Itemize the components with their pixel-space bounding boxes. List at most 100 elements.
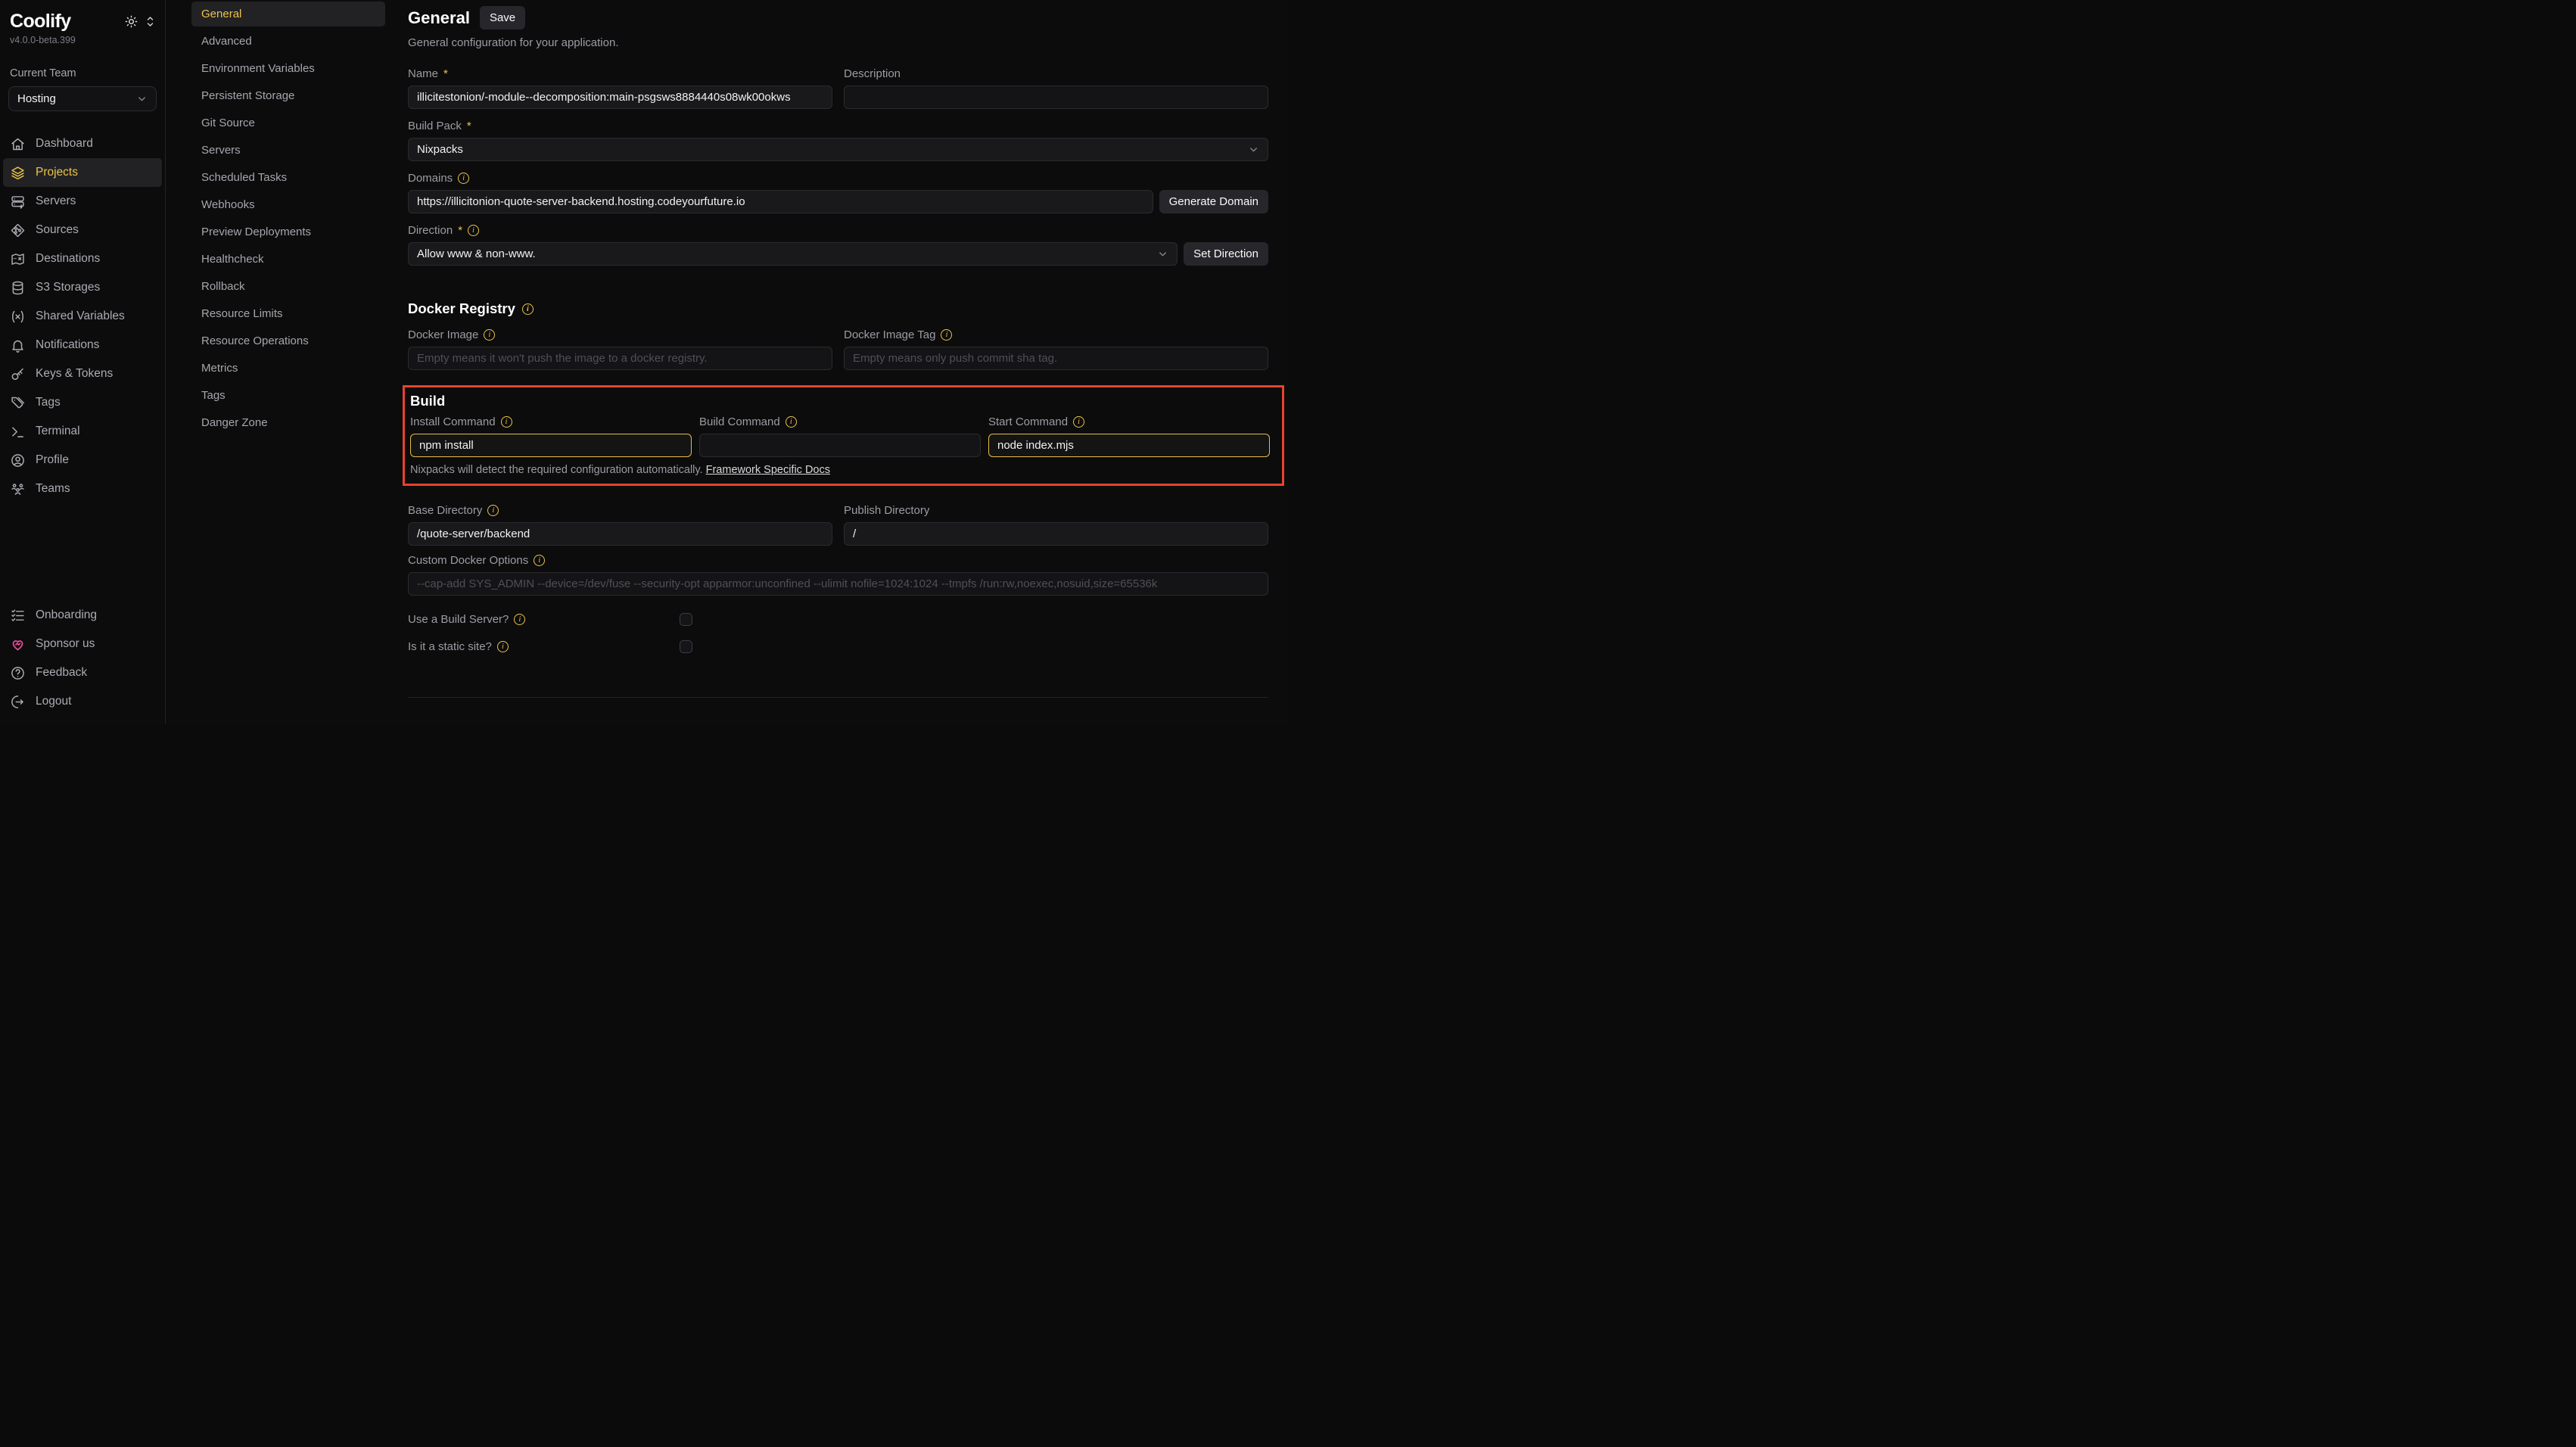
direction-info-icon[interactable]: i	[468, 225, 479, 236]
server-icon	[10, 194, 26, 210]
docker-image-tag-input[interactable]	[844, 347, 1268, 370]
description-input[interactable]	[844, 86, 1268, 109]
app-root: Coolify v4.0.0-beta.399 Current Team Hos…	[0, 0, 1288, 724]
tab-servers[interactable]: Servers	[191, 138, 385, 163]
base-directory-info-icon[interactable]: i	[487, 505, 499, 516]
sidebar-item-destinations[interactable]: Destinations	[3, 244, 162, 273]
tab-preview-deployments[interactable]: Preview Deployments	[191, 219, 385, 244]
sidebar-item-label: Logout	[36, 695, 71, 708]
tab-metrics[interactable]: Metrics	[191, 356, 385, 381]
users-icon	[10, 481, 26, 497]
tab-tags[interactable]: Tags	[191, 383, 385, 408]
app-logo: Coolify	[10, 11, 71, 33]
build-heading: Build	[410, 393, 1270, 409]
sidebar-item-label: S3 Storages	[36, 281, 100, 294]
static-site-toggle-row: Is it a static site? i	[408, 640, 1268, 653]
sidebar-item-dashboard[interactable]: Dashboard	[3, 129, 162, 158]
sidebar-item-tags[interactable]: Tags	[3, 388, 162, 417]
team-select-value: Hosting	[17, 92, 56, 105]
static-site-checkbox[interactable]	[680, 640, 692, 653]
sidebar-item-feedback[interactable]: Feedback	[3, 658, 162, 687]
build-pack-label: Build Pack *	[408, 120, 1268, 132]
save-button[interactable]: Save	[480, 6, 525, 30]
sidebar-item-s3-storages[interactable]: S3 Storages	[3, 273, 162, 302]
sidebar-item-label: Notifications	[36, 338, 99, 352]
logout-icon	[10, 694, 26, 710]
chevron-down-icon	[1248, 144, 1259, 155]
build-server-checkbox[interactable]	[680, 613, 692, 626]
build-command-info-icon[interactable]: i	[786, 416, 797, 428]
sidebar-item-keys-tokens[interactable]: Keys & Tokens	[3, 359, 162, 388]
sidebar-item-sponsor-us[interactable]: Sponsor us	[3, 630, 162, 658]
static-site-info-icon[interactable]: i	[497, 641, 509, 652]
page-title: General	[408, 8, 470, 28]
tab-danger-zone[interactable]: Danger Zone	[191, 410, 385, 435]
name-description-row: Name * Description	[408, 67, 1268, 109]
docker-image-info-icon[interactable]: i	[484, 329, 495, 341]
name-input[interactable]	[408, 86, 832, 109]
base-directory-input[interactable]	[408, 522, 832, 546]
tab-healthcheck[interactable]: Healthcheck	[191, 247, 385, 272]
tab-resource-operations[interactable]: Resource Operations	[191, 328, 385, 353]
theme-toggle-sun-icon[interactable]	[124, 14, 138, 29]
framework-docs-link[interactable]: Framework Specific Docs	[706, 464, 830, 476]
database-icon	[10, 280, 26, 296]
domains-input[interactable]	[408, 190, 1153, 213]
tab-resource-limits[interactable]: Resource Limits	[191, 301, 385, 326]
sidebar-item-servers[interactable]: Servers	[3, 187, 162, 216]
chevron-down-icon	[136, 93, 148, 104]
custom-docker-options-info-icon[interactable]: i	[534, 555, 545, 566]
generate-domain-button[interactable]: Generate Domain	[1159, 190, 1268, 213]
sidebar-item-teams[interactable]: Teams	[3, 475, 162, 503]
sidebar-item-terminal[interactable]: Terminal	[3, 417, 162, 446]
user-circle-icon	[10, 453, 26, 468]
install-command-field: Install Command i	[410, 415, 692, 457]
build-command-label: Build Command i	[699, 415, 981, 428]
sidebar-item-label: Onboarding	[36, 608, 97, 622]
sidebar-item-notifications[interactable]: Notifications	[3, 331, 162, 359]
sidebar-item-label: Terminal	[36, 425, 80, 438]
sidebar-item-profile[interactable]: Profile	[3, 446, 162, 475]
team-select[interactable]: Hosting	[8, 86, 157, 111]
collapse-chevrons-icon[interactable]	[145, 15, 155, 28]
sidebar-item-logout[interactable]: Logout	[3, 687, 162, 716]
sidebar-item-projects[interactable]: Projects	[3, 158, 162, 187]
build-command-input[interactable]	[699, 434, 981, 457]
docker-registry-info-icon[interactable]: i	[522, 303, 534, 315]
sidebar-item-shared-variables[interactable]: Shared Variables	[3, 302, 162, 331]
build-pack-select[interactable]: Nixpacks	[408, 138, 1268, 161]
set-direction-button[interactable]: Set Direction	[1184, 242, 1268, 266]
install-command-info-icon[interactable]: i	[501, 416, 512, 428]
docker-registry-heading: Docker Registry i	[408, 300, 1268, 317]
domains-info-icon[interactable]: i	[458, 173, 469, 184]
tab-rollback[interactable]: Rollback	[191, 274, 385, 299]
install-command-input[interactable]	[410, 434, 692, 457]
domains-field: Domains i Generate Domain	[408, 172, 1268, 213]
settings-tab-list: General Advanced Environment Variables P…	[191, 0, 385, 724]
sidebar-item-onboarding[interactable]: Onboarding	[3, 601, 162, 630]
sidebar-item-sources[interactable]: Sources	[3, 216, 162, 244]
sidebar-header: Coolify	[0, 11, 165, 33]
tab-advanced[interactable]: Advanced	[191, 29, 385, 54]
domains-row: Generate Domain	[408, 190, 1268, 213]
start-command-input[interactable]	[988, 434, 1270, 457]
start-command-info-icon[interactable]: i	[1073, 416, 1084, 428]
base-directory-label: Base Directory i	[408, 504, 832, 517]
sidebar-item-label: Shared Variables	[36, 310, 125, 323]
publish-directory-input[interactable]	[844, 522, 1268, 546]
direction-select[interactable]: Allow www & non-www.	[408, 242, 1178, 266]
tab-scheduled-tasks[interactable]: Scheduled Tasks	[191, 165, 385, 190]
tab-webhooks[interactable]: Webhooks	[191, 192, 385, 217]
current-team-label: Current Team	[0, 67, 165, 79]
sidebar-item-label: Dashboard	[36, 137, 93, 151]
build-server-info-icon[interactable]: i	[514, 614, 525, 625]
sidebar-item-label: Keys & Tokens	[36, 367, 113, 381]
sidebar-header-actions	[124, 14, 155, 29]
docker-image-tag-info-icon[interactable]: i	[941, 329, 952, 341]
tab-general[interactable]: General	[191, 2, 385, 26]
tab-persistent-storage[interactable]: Persistent Storage	[191, 83, 385, 108]
custom-docker-options-input[interactable]	[408, 572, 1268, 596]
tab-git-source[interactable]: Git Source	[191, 110, 385, 135]
docker-image-input[interactable]	[408, 347, 832, 370]
tab-environment-variables[interactable]: Environment Variables	[191, 56, 385, 81]
